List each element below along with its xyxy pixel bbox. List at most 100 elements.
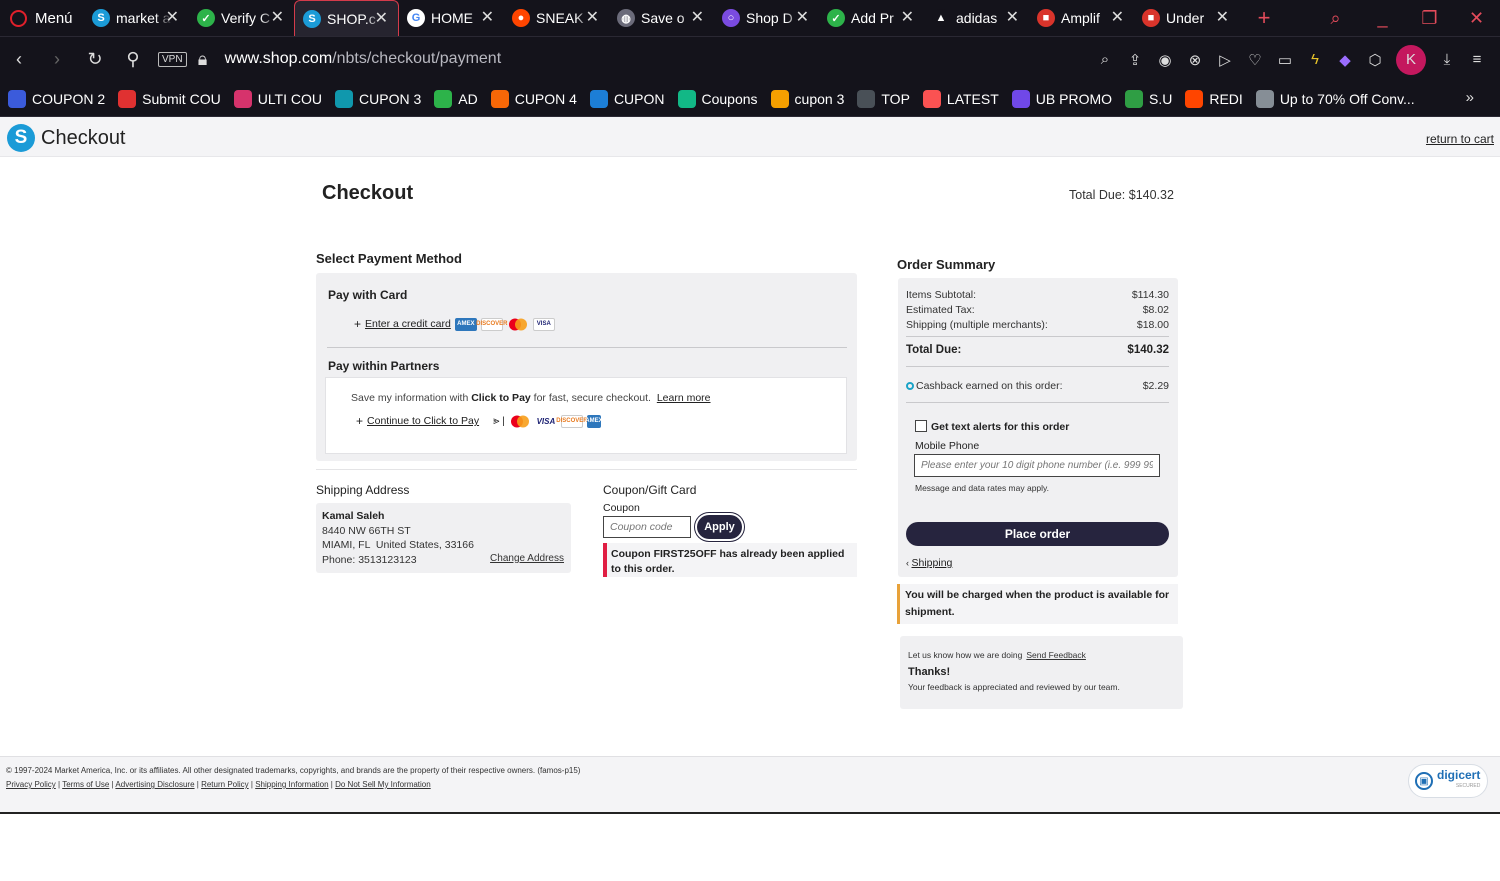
text-alerts-checkbox[interactable] [915,420,927,432]
shop-logo-icon[interactable]: S [7,124,35,152]
extension-shield-icon[interactable]: ◆ [1330,51,1360,69]
discover-icon: DISCOVER [556,414,588,428]
browser-tab[interactable]: ● SNEAK ✕ [504,0,609,36]
more-bookmarks-icon[interactable]: » [1466,89,1474,106]
browser-tab[interactable]: ✓ Verify C ✕ [189,0,294,36]
forward-icon[interactable]: › [38,49,76,70]
close-tab-icon[interactable]: ✕ [166,9,179,27]
footer-link[interactable]: Shipping Information [255,780,328,789]
extension-bolt-icon[interactable]: ϟ [1300,51,1330,68]
send-icon[interactable]: ▷ [1210,51,1240,69]
bookmark-item[interactable]: LATEST [922,89,999,108]
save-text-bold: Click to Pay [471,392,531,404]
extensions-cube-icon[interactable]: ⬡ [1360,51,1390,69]
bookmark-item[interactable]: COUPON 2 [8,89,105,108]
close-tab-icon[interactable]: ✕ [271,9,284,27]
reload-icon[interactable]: ↻ [76,49,114,70]
browser-tab[interactable]: ▲ adidas ✕ [924,0,1029,36]
visa-icon: VISA [532,317,555,331]
close-tab-icon[interactable]: ✕ [1111,9,1124,27]
coupon-input[interactable] [603,516,691,538]
bookmark-item[interactable]: Coupons [677,89,758,108]
browser-tab[interactable]: ◍ Save o ✕ [609,0,714,36]
coupon-check-icon: ✓ [197,9,215,27]
bookmark-label: Coupons [701,90,758,107]
bookmarks-bar: COUPON 2 Submit COU ULTI COU CUPON 3 AD CUPON… [0,81,1500,117]
shop-s-icon: S [92,9,110,27]
footer-link[interactable]: Privacy Policy [6,780,56,789]
browser-tab[interactable]: G HOME ✕ [399,0,504,36]
close-tab-icon[interactable]: ✕ [1216,9,1229,27]
bookmark-item[interactable]: cupon 3 [770,89,844,108]
footer-link[interactable]: Return Policy [201,780,249,789]
menu-label: Menú [35,9,73,27]
browser-tab[interactable]: ✓ Add Pr ✕ [819,0,924,36]
place-order-button[interactable]: Place order [906,522,1169,546]
send-feedback-link[interactable]: Send Feedback [1026,650,1086,660]
browser-tab[interactable]: ■ Under ✕ [1134,0,1239,36]
close-tab-icon[interactable]: ✕ [375,10,388,28]
browser-tab[interactable]: ■ Amplif ✕ [1029,0,1134,36]
easy-setup-icon[interactable]: ≡ [1462,51,1492,68]
profile-avatar[interactable]: K [1396,44,1426,75]
bookmark-item[interactable]: ULTI COU [233,89,322,108]
bookmark-item[interactable]: Up to 70% Off Conv... [1255,89,1415,108]
continue-click-to-pay-link[interactable]: Continue to Click to Pay [367,415,479,427]
browser-menu-button[interactable]: Menú [0,0,84,36]
bookmark-item[interactable]: AD [434,89,478,108]
shop-ring-icon: ○ [722,9,740,27]
return-to-cart-link[interactable]: return to cart [1426,132,1494,146]
search-tabs-icon[interactable]: ⌕ [1312,8,1359,29]
bookmark-item[interactable]: REDI [1185,89,1243,108]
digicert-sub: SECURED [1455,783,1481,789]
url-field[interactable]: www.shop.com/nbts/checkout/payment [225,50,502,68]
footer-link[interactable]: Advertising Disclosure [115,780,194,789]
mobile-phone-input[interactable] [914,454,1160,477]
close-tab-icon[interactable]: ✕ [481,9,494,27]
digicert-badge[interactable]: ▣ digicert SECURED [1408,764,1488,798]
enter-credit-card-link[interactable]: Enter a credit card [365,318,451,330]
share-icon[interactable]: ⇪ [1120,51,1150,69]
close-tab-icon[interactable]: ✕ [586,9,599,27]
close-tab-icon[interactable]: ✕ [901,9,914,27]
learn-more-link[interactable]: Learn more [657,392,711,404]
apply-coupon-button[interactable]: Apply [697,515,742,539]
change-address-link[interactable]: Change Address [490,552,564,567]
browser-tab[interactable]: S SHOP.c ✕ [294,0,399,36]
new-tab-button[interactable]: + [1249,5,1279,31]
footer-link[interactable]: Do Not Sell My Information [335,780,431,789]
bookmark-item[interactable]: CUPON 3 [335,89,421,108]
minimize-icon[interactable]: _ [1359,8,1406,29]
bookmark-item[interactable]: CUPON [589,89,665,108]
flag-icon: ■ [1142,9,1160,27]
payment-divider [327,347,847,348]
bookmark-item[interactable]: CUPON 4 [490,89,577,108]
close-window-icon[interactable]: ✕ [1453,8,1500,29]
footer-link[interactable]: Terms of Use [62,780,109,789]
camera-icon[interactable]: ◉ [1150,51,1180,69]
subtotal-label: Items Subtotal: [906,289,977,301]
key-icon[interactable]: ⚲ [114,49,152,70]
download-icon[interactable]: ⤓ [1432,51,1462,68]
bookmark-item[interactable]: TOP [857,89,910,108]
close-tab-icon[interactable]: ✕ [691,9,704,27]
back-icon[interactable]: ‹ [0,49,38,70]
browser-tab[interactable]: ○ Shop D ✕ [714,0,819,36]
restore-icon[interactable]: ❐ [1406,8,1453,29]
tab-title: Add Pr [851,10,894,26]
zoom-icon[interactable]: ⌕ [1090,51,1120,68]
reader-icon[interactable]: ▭ [1270,51,1300,69]
browser-tab[interactable]: Smarket at ✕ [84,0,189,36]
feedback-box: Let us know how we are doing Send Feedbac… [900,636,1183,709]
heart-icon[interactable]: ♡ [1240,51,1270,69]
bookmark-item[interactable]: UB PROMO [1011,89,1112,108]
bookmark-item[interactable]: Submit COU [118,89,221,108]
adblock-icon[interactable]: ⊗ [1180,51,1210,69]
close-tab-icon[interactable]: ✕ [796,9,809,27]
close-tab-icon[interactable]: ✕ [1006,9,1019,27]
lock-icon[interactable]: 🔒︎ [193,49,213,70]
bookmark-item[interactable]: S.U [1125,89,1172,108]
shipping-link[interactable]: Shipping [912,557,953,569]
tax-row: Estimated Tax: $8.02 [906,304,1169,316]
vpn-badge[interactable]: VPN [158,51,187,67]
